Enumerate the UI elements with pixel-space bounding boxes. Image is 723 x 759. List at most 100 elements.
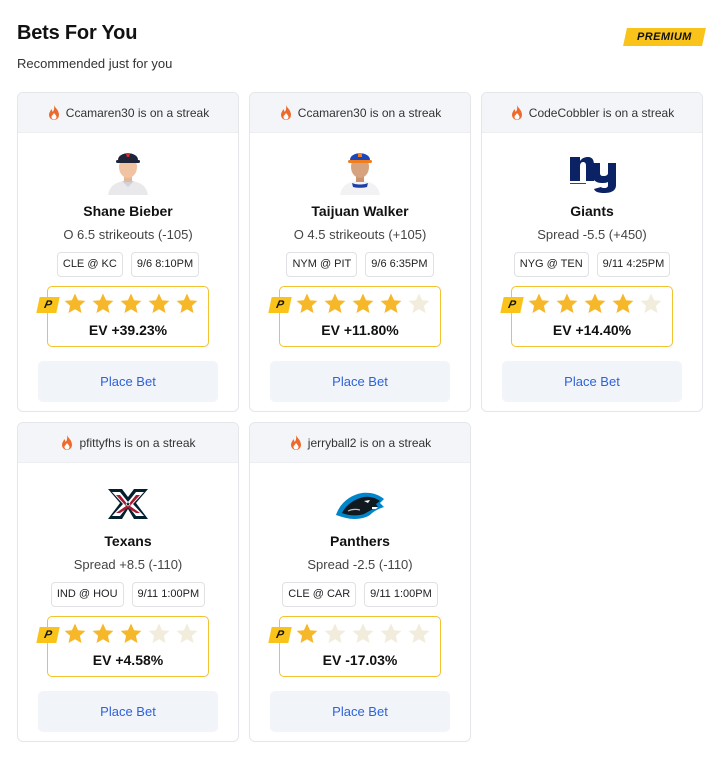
star-filled-icon: [612, 293, 634, 313]
place-bet-button[interactable]: Place Bet: [38, 691, 218, 732]
star-filled-icon: [352, 293, 374, 313]
star-empty-icon: [148, 623, 170, 643]
star-filled-icon: [64, 293, 86, 313]
matchup-chip: CLE @ KC: [56, 252, 123, 277]
player-headshot-icon: [340, 153, 380, 195]
star-filled-icon: [556, 293, 578, 313]
ev-rating-box: P EV -17.03%: [268, 616, 441, 677]
bet-line: O 4.5 strikeouts (+105): [293, 227, 427, 242]
streak-banner: pfittyfhs is on a streak: [18, 423, 238, 463]
star-rating: [527, 292, 663, 316]
time-chip: 9/6 6:35PM: [365, 252, 434, 277]
star-empty-icon: [408, 293, 430, 313]
premium-p-badge: P: [500, 297, 524, 313]
place-bet-button[interactable]: Place Bet: [38, 361, 218, 402]
bet-line: Spread +8.5 (-110): [73, 557, 183, 572]
star-filled-icon: [584, 293, 606, 313]
star-rating: [63, 622, 199, 646]
time-chip: 9/11 4:25PM: [596, 252, 671, 277]
texans-logo-icon: [108, 489, 148, 519]
streak-text: CodeCobbler is on a streak: [528, 105, 675, 120]
bet-card: CodeCobbler is on a streak Giants Spread…: [481, 92, 703, 412]
ev-value: EV +11.80%: [321, 322, 399, 338]
star-empty-icon: [324, 623, 346, 643]
star-filled-icon: [296, 293, 318, 313]
panthers-logo-icon: [336, 492, 384, 519]
streak-text: Ccamaren30 is on a streak: [297, 105, 442, 120]
bet-card: pfittyfhs is on a streak Texans Spread +…: [17, 422, 239, 742]
ev-value: EV +39.23%: [88, 322, 168, 338]
bet-line: Spread -2.5 (-110): [307, 557, 413, 572]
premium-badge: PREMIUM: [623, 28, 706, 46]
bet-card: Ccamaren30 is on a streak Shane Bieber O…: [17, 92, 239, 412]
flame-icon: [290, 434, 301, 450]
matchup-chip: CLE @ CAR: [282, 582, 357, 607]
bet-name: Panthers: [330, 533, 390, 549]
star-rating: [63, 292, 199, 316]
star-rating: [295, 292, 431, 316]
bet-card: Ccamaren30 is on a streak Taijuan Walker…: [249, 92, 471, 412]
flame-icon: [62, 434, 73, 450]
star-filled-icon: [92, 293, 114, 313]
bet-line: O 6.5 strikeouts (-105): [63, 227, 193, 242]
premium-p-badge: P: [36, 297, 60, 313]
ev-rating-box: P EV +11.80%: [268, 286, 441, 347]
place-bet-button[interactable]: Place Bet: [502, 361, 682, 402]
star-filled-icon: [528, 293, 550, 313]
place-bet-button[interactable]: Place Bet: [270, 691, 450, 732]
star-filled-icon: [120, 623, 142, 643]
bet-name: Shane Bieber: [83, 203, 173, 219]
premium-p-badge: P: [36, 627, 60, 643]
star-filled-icon: [296, 623, 318, 643]
page-title: Bets For You: [17, 22, 138, 44]
star-rating: [295, 622, 431, 646]
star-filled-icon: [148, 293, 170, 313]
star-filled-icon: [120, 293, 142, 313]
star-filled-icon: [64, 623, 86, 643]
star-empty-icon: [380, 623, 402, 643]
bet-name: Texans: [104, 533, 152, 549]
premium-p-badge: P: [268, 627, 292, 643]
player-headshot-icon: [108, 153, 148, 195]
flame-icon: [511, 104, 522, 120]
premium-p-badge: P: [268, 297, 292, 313]
bet-line: Spread -5.5 (+450): [537, 227, 647, 242]
ev-value: EV +14.40%: [552, 322, 632, 338]
streak-banner: Ccamaren30 is on a streak: [250, 93, 470, 133]
star-empty-icon: [352, 623, 374, 643]
star-empty-icon: [408, 623, 430, 643]
time-chip: 9/11 1:00PM: [364, 582, 438, 607]
streak-banner: jerryball2 is on a streak: [250, 423, 470, 463]
star-filled-icon: [92, 623, 114, 643]
star-filled-icon: [176, 293, 198, 313]
star-empty-icon: [640, 293, 662, 313]
streak-banner: CodeCobbler is on a streak: [482, 93, 702, 133]
place-bet-button[interactable]: Place Bet: [270, 361, 450, 402]
streak-text: pfittyfhs is on a streak: [79, 435, 196, 450]
premium-badge-label: PREMIUM: [637, 31, 692, 43]
ev-value: EV -17.03%: [322, 652, 398, 668]
streak-text: jerryball2 is on a streak: [307, 435, 432, 450]
flame-icon: [48, 104, 59, 120]
flame-icon: [280, 104, 291, 120]
star-empty-icon: [176, 623, 198, 643]
star-filled-icon: [324, 293, 346, 313]
matchup-chip: NYM @ PIT: [286, 252, 358, 277]
time-chip: 9/6 8:10PM: [130, 252, 200, 277]
star-filled-icon: [380, 293, 402, 313]
ev-rating-box: P EV +14.40%: [500, 286, 673, 347]
ev-rating-box: P EV +39.23%: [36, 286, 209, 347]
time-chip: 9/11 1:00PM: [131, 582, 206, 607]
streak-banner: Ccamaren30 is on a streak: [18, 93, 238, 133]
bet-name: Giants: [570, 203, 614, 219]
streak-text: Ccamaren30 is on a streak: [65, 105, 210, 120]
section-header: Bets For You Recommended just for you PR…: [17, 22, 707, 72]
giants-logo-icon: [570, 157, 616, 193]
matchup-chip: NYG @ TEN: [513, 252, 589, 277]
bet-name: Taijuan Walker: [311, 203, 409, 219]
page-subtitle: Recommended just for you: [17, 56, 173, 71]
ev-rating-box: P EV +4.58%: [36, 616, 209, 677]
ev-value: EV +4.58%: [92, 652, 164, 668]
bet-card: jerryball2 is on a streak Panthers Sprea…: [249, 422, 471, 742]
matchup-chip: IND @ HOU: [50, 582, 124, 607]
